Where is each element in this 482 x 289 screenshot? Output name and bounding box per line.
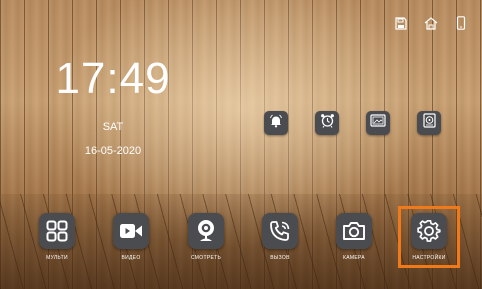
selection-highlight [398,206,460,268]
app-watch[interactable]: СМОТРЕТЬ [176,213,236,261]
app-video[interactable]: ВИДЕО [101,213,161,261]
status-bar [394,16,468,30]
phone-call-icon [262,213,298,249]
app-multi[interactable]: МУЛЬТИ [27,213,87,261]
clock-date: 16-05-2020 [84,145,142,157]
phone-icon[interactable] [454,16,468,30]
app-label: КАМЕРА [343,255,365,261]
sd-card-icon[interactable] [394,16,408,30]
app-label: ВИДЕО [121,255,141,261]
clock-widget: 17:49 SAT 16-05-2020 [54,54,172,158]
app-call[interactable]: ВЫЗОВ [250,213,310,261]
camera-icon [336,213,372,249]
video-camera-icon [113,213,149,249]
picture-frame-icon [370,114,386,132]
app-label: МУЛЬТИ [46,255,68,261]
alarm-clock-icon [320,113,335,133]
bell-icon [269,114,283,133]
clock-day: SAT [102,121,124,133]
grid-icon [39,213,75,249]
quick-actions [264,111,441,135]
clock-time: 17:49 [55,54,171,103]
recorder-icon [422,113,436,133]
app-camera[interactable]: КАМЕРА [324,213,384,261]
photo-frame-button[interactable] [366,111,390,135]
house-icon[interactable] [424,16,438,30]
home-screen: 17:49 SAT 16-05-2020 МУЛЬТИ ВИДЕО СМОТРЕ… [0,0,482,289]
app-label: ВЫЗОВ [270,255,290,261]
webcam-icon [188,213,224,249]
alarm-button[interactable] [315,111,339,135]
app-label: СМОТРЕТЬ [190,255,222,261]
bell-button[interactable] [264,111,288,135]
recorder-button[interactable] [417,111,441,135]
